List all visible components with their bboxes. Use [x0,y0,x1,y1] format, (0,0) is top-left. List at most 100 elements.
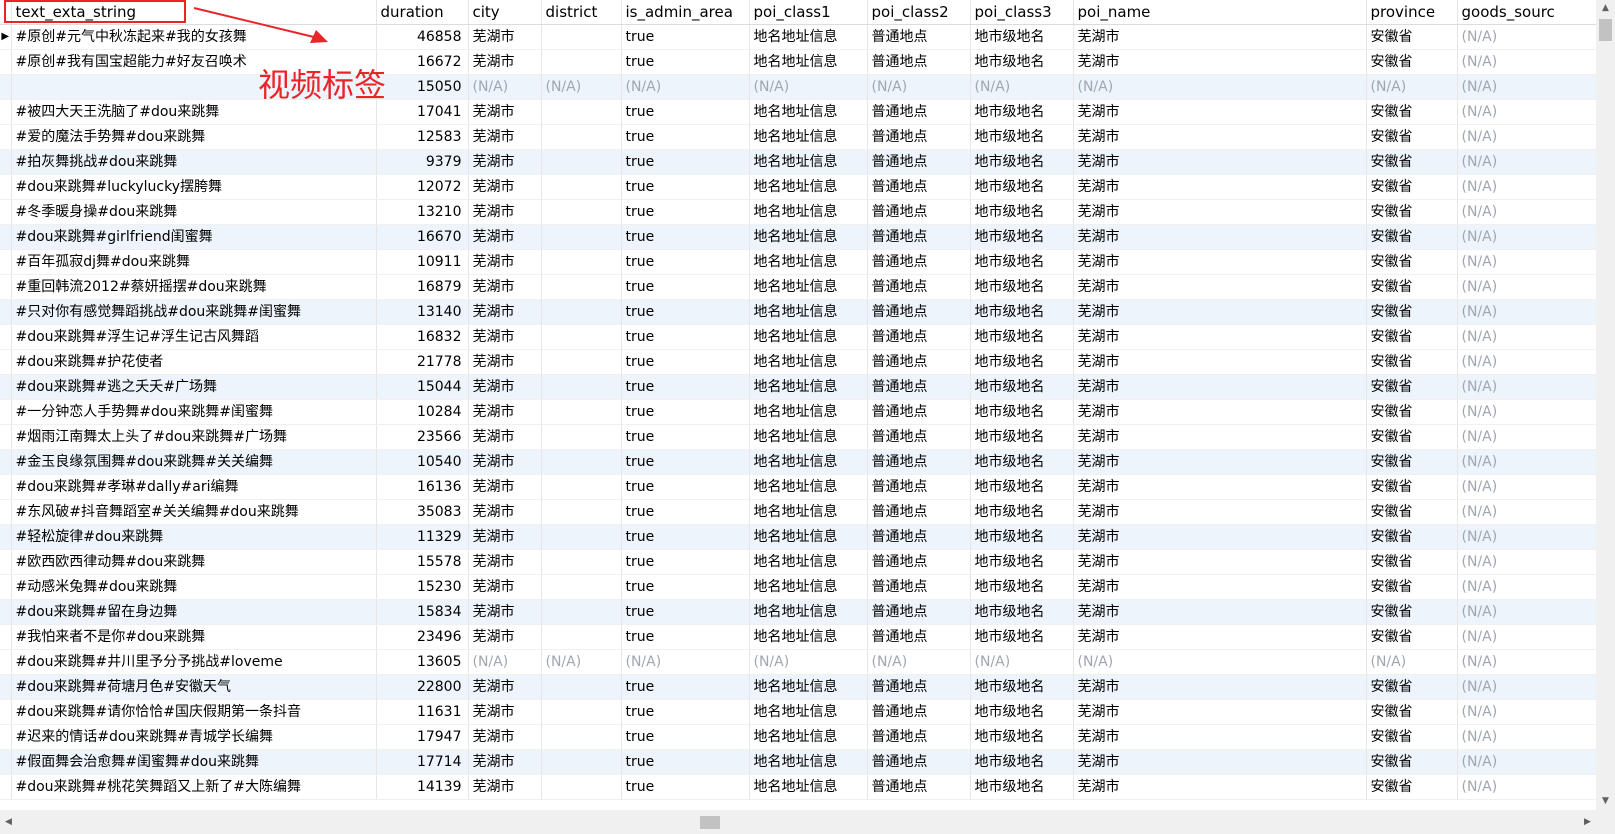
cell-district[interactable] [541,124,622,150]
cell-poi-name[interactable]: 芜湖市 [1073,249,1367,275]
cell-poi-class3[interactable]: 地市级地名 [970,24,1074,50]
cell-text-exta-string[interactable]: #dou来跳舞#请你恰恰#国庆假期第一条抖音 [11,699,377,725]
cell-poi-class2[interactable]: 普通地点 [867,574,971,600]
cell-is-admin-area[interactable]: true [621,349,750,375]
cell-text-exta-string[interactable]: #dou来跳舞#留在身边舞 [11,599,377,625]
cell-text-exta-string[interactable]: #拍灰舞挑战#dou来跳舞 [11,149,377,175]
row-indicator[interactable] [0,174,12,200]
cell-district[interactable]: (N/A) [541,74,622,100]
row-indicator[interactable] [0,724,12,750]
cell-district[interactable] [541,99,622,125]
cell-city[interactable]: 芜湖市 [468,749,542,775]
cell-city[interactable]: 芜湖市 [468,624,542,650]
cell-poi-class3[interactable]: 地市级地名 [970,274,1074,300]
column-header-poi-class1[interactable]: poi_class1 [749,0,868,25]
cell-city[interactable]: 芜湖市 [468,99,542,125]
cell-city[interactable]: 芜湖市 [468,424,542,450]
cell-duration[interactable]: 22800 [376,674,469,700]
cell-is-admin-area[interactable]: true [621,624,750,650]
cell-district[interactable]: (N/A) [541,649,622,675]
row-indicator[interactable] [0,149,12,175]
cell-poi-class1[interactable]: 地名地址信息 [749,674,868,700]
table-row[interactable]: #爱的魔法手势舞#dou来跳舞 12583 芜湖市 true 地名地址信息 普通地点 地市级… [0,124,1596,150]
cell-province[interactable]: 安徽省 [1366,424,1458,450]
table-row[interactable]: #dou来跳舞#luckylucky摆胯舞 12072 芜湖市 true 地名地址信息普… [0,174,1596,200]
cell-poi-class3[interactable]: 地市级地名 [970,499,1074,525]
cell-goods-source[interactable]: (N/A) [1457,649,1596,675]
cell-province[interactable]: (N/A) [1366,74,1458,100]
cell-poi-class2[interactable]: 普通地点 [867,249,971,275]
cell-province[interactable]: 安徽省 [1366,174,1458,200]
cell-poi-class3[interactable]: 地市级地名 [970,699,1074,725]
row-indicator[interactable] [0,199,12,225]
cell-poi-class1[interactable]: 地名地址信息 [749,599,868,625]
cell-poi-class1[interactable]: 地名地址信息 [749,449,868,475]
cell-is-admin-area[interactable]: (N/A) [621,649,750,675]
cell-poi-class1[interactable]: 地名地址信息 [749,699,868,725]
cell-poi-class2[interactable]: 普通地点 [867,474,971,500]
vertical-scrollbar[interactable]: ▲ ▼ [1596,0,1615,810]
cell-duration[interactable]: 13140 [376,299,469,325]
cell-duration[interactable]: 16670 [376,224,469,250]
row-indicator[interactable] [0,574,12,600]
cell-is-admin-area[interactable]: true [621,124,750,150]
cell-text-exta-string[interactable]: #dou来跳舞#护花使者 [11,349,377,375]
cell-duration[interactable]: 9379 [376,149,469,175]
cell-province[interactable]: 安徽省 [1366,574,1458,600]
cell-province[interactable]: 安徽省 [1366,549,1458,575]
table-row[interactable]: #冬季暖身操#dou来跳舞 13210 芜湖市 true 地名地址信息 普通地点 地市级地名… [0,199,1596,225]
cell-poi-class2[interactable]: 普通地点 [867,749,971,775]
cell-city[interactable]: 芜湖市 [468,174,542,200]
cell-duration[interactable]: 10284 [376,399,469,425]
cell-province[interactable]: 安徽省 [1366,524,1458,550]
cell-goods-source[interactable]: (N/A) [1457,599,1596,625]
cell-poi-name[interactable]: 芜湖市 [1073,424,1367,450]
cell-city[interactable]: (N/A) [468,74,542,100]
cell-poi-class3[interactable]: 地市级地名 [970,424,1074,450]
cell-goods-source[interactable]: (N/A) [1457,749,1596,775]
cell-poi-name[interactable]: 芜湖市 [1073,324,1367,350]
cell-poi-class2[interactable]: 普通地点 [867,774,971,800]
table-row[interactable]: #动感米兔舞#dou来跳舞 15230 芜湖市 true 地名地址信息 普通地点 地市级地名… [0,574,1596,600]
cell-poi-class2[interactable]: 普通地点 [867,549,971,575]
cell-district[interactable] [541,449,622,475]
cell-city[interactable]: 芜湖市 [468,349,542,375]
cell-district[interactable] [541,699,622,725]
cell-city[interactable]: 芜湖市 [468,674,542,700]
cell-goods-source[interactable]: (N/A) [1457,224,1596,250]
cell-poi-class2[interactable]: 普通地点 [867,449,971,475]
cell-province[interactable]: 安徽省 [1366,624,1458,650]
cell-is-admin-area[interactable]: true [621,49,750,75]
cell-duration[interactable]: 23566 [376,424,469,450]
cell-province[interactable]: 安徽省 [1366,99,1458,125]
cell-is-admin-area[interactable]: true [621,699,750,725]
cell-city[interactable]: 芜湖市 [468,374,542,400]
cell-poi-class1[interactable]: 地名地址信息 [749,624,868,650]
table-row[interactable]: #拍灰舞挑战#dou来跳舞 9379 芜湖市 true 地名地址信息 普通地点 地市级地名芜… [0,149,1596,175]
cell-district[interactable] [541,574,622,600]
cell-district[interactable] [541,624,622,650]
cell-city[interactable]: 芜湖市 [468,499,542,525]
row-indicator[interactable] [0,749,12,775]
cell-text-exta-string[interactable]: #dou来跳舞#孝琳#dally#ari编舞 [11,474,377,500]
cell-goods-source[interactable]: (N/A) [1457,74,1596,100]
cell-city[interactable]: 芜湖市 [468,399,542,425]
cell-district[interactable] [541,49,622,75]
cell-poi-name[interactable]: 芜湖市 [1073,699,1367,725]
cell-province[interactable]: 安徽省 [1366,299,1458,325]
cell-is-admin-area[interactable]: true [621,724,750,750]
row-indicator[interactable] [0,674,12,700]
cell-poi-name[interactable]: 芜湖市 [1073,574,1367,600]
cell-city[interactable]: 芜湖市 [468,724,542,750]
cell-district[interactable] [541,774,622,800]
cell-duration[interactable]: 10540 [376,449,469,475]
table-row[interactable]: #dou来跳舞#逃之夭夭#广场舞 15044 芜湖市 true 地名地址信息 普通地点 地市… [0,374,1596,400]
cell-province[interactable]: 安徽省 [1366,349,1458,375]
cell-poi-class3[interactable]: 地市级地名 [970,374,1074,400]
cell-poi-class3[interactable]: 地市级地名 [970,174,1074,200]
scroll-up-icon[interactable]: ▲ [1596,0,1615,17]
cell-poi-class3[interactable]: 地市级地名 [970,774,1074,800]
cell-goods-source[interactable]: (N/A) [1457,399,1596,425]
cell-poi-class2[interactable]: 普通地点 [867,149,971,175]
cell-goods-source[interactable]: (N/A) [1457,499,1596,525]
